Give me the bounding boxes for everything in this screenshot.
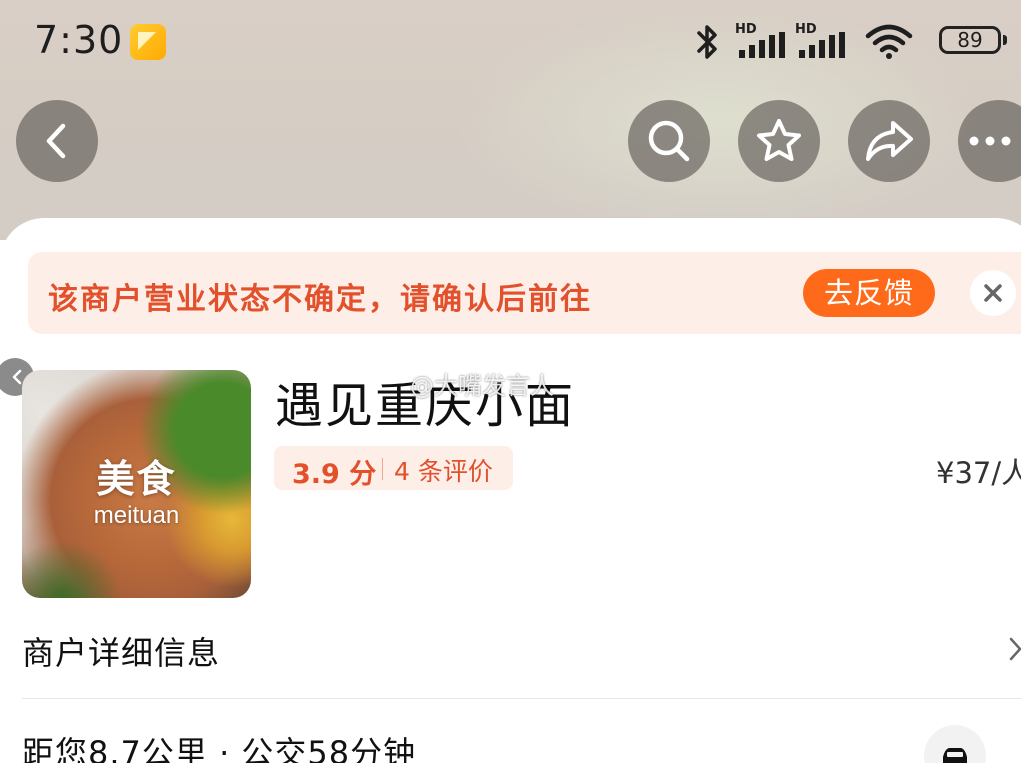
search-button[interactable] [628,100,710,182]
status-indicators: HD HD 89 [691,22,1007,62]
rating-score: 3.9 分 [292,459,377,490]
rating-divider [382,458,383,480]
wifi-icon [865,24,913,59]
bluetooth-icon [697,25,717,59]
chevron-right-icon [1009,637,1021,661]
rating-pill[interactable]: 3.9 分 4 条评价 [274,446,513,490]
notice-text: 该商户营业状态不确定，请确认后前往 [48,282,592,317]
signal-1-icon: HD [735,22,787,58]
share-icon [866,121,913,161]
review-count: 4 条评价 [394,457,493,486]
store-detail-page: 7:30 HD HD 89 该商户营业状态不确定，请确认后前往 去反馈 美食 m… [0,0,1021,763]
back-button[interactable] [16,100,98,182]
watermark-text: @大嘴发言人 [410,372,554,400]
notification-app-icon [130,24,166,60]
more-icon [969,136,1011,146]
notice-close-button[interactable] [970,270,1016,316]
thumbnail-category-label: 美食 [96,457,177,501]
close-icon [984,284,1002,302]
merchant-info-row[interactable]: 商户详细信息 [22,628,220,674]
search-icon [648,120,690,162]
car-icon [943,748,967,763]
star-icon [757,119,801,161]
price-per-person: ¥37/人 [936,456,1021,490]
row-divider [22,698,1021,699]
business-status-notice: 该商户营业状态不确定，请确认后前往 去反馈 [28,252,1021,334]
status-bar: 7:30 HD HD 89 [0,0,1021,82]
feedback-button[interactable]: 去反馈 [803,269,935,317]
battery-indicator: 89 [939,26,1007,54]
store-thumbnail[interactable]: 美食 meituan [22,370,251,598]
signal-2-icon: HD [795,22,847,58]
share-button[interactable] [848,100,930,182]
distance-info: 距您8.7公里 · 公交58分钟 [22,734,417,763]
favorite-button[interactable] [738,100,820,182]
chevron-left-icon [46,123,66,159]
thumbnail-brand-label: meituan [93,502,180,529]
status-time: 7:30 [34,18,124,62]
